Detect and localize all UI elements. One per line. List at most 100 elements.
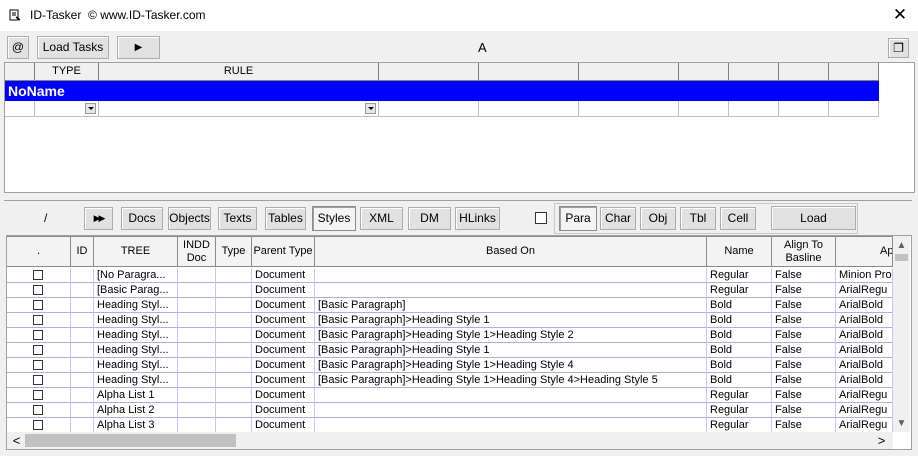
- task-col-6[interactable]: [579, 63, 679, 81]
- run-button[interactable]: ▶: [117, 36, 160, 59]
- row-checkbox[interactable]: [33, 405, 43, 415]
- task-edit-cell[interactable]: [729, 101, 779, 117]
- cell-id[interactable]: [71, 403, 94, 418]
- task-edit-cell[interactable]: [379, 101, 479, 117]
- horizontal-scroll-thumb[interactable]: [25, 434, 236, 447]
- cell-indd-doc[interactable]: [178, 268, 216, 283]
- tab-docs[interactable]: Docs: [121, 207, 163, 230]
- row-checkbox[interactable]: [33, 300, 43, 310]
- cell-type[interactable]: [216, 388, 252, 403]
- subtab-para[interactable]: Para: [559, 206, 597, 231]
- cell-indd-doc[interactable]: [178, 313, 216, 328]
- cell-id[interactable]: [71, 283, 94, 298]
- row-checkbox[interactable]: [33, 360, 43, 370]
- vertical-scrollbar[interactable]: ▲ ▼: [893, 236, 910, 432]
- rule-dropdown[interactable]: [99, 101, 379, 117]
- table-row[interactable]: Alpha List 1 Document Regular False ArialReg…: [7, 388, 907, 403]
- table-row[interactable]: Heading Styl... Document [Basic Paragraph]…: [7, 343, 907, 358]
- cell-type[interactable]: [216, 298, 252, 313]
- close-icon[interactable]: ✕: [888, 3, 912, 27]
- tab-tables[interactable]: Tables: [265, 207, 306, 230]
- cell-indd-doc[interactable]: [178, 358, 216, 373]
- col-parent-type[interactable]: Parent Type: [252, 236, 315, 267]
- cell-indd-doc[interactable]: [178, 418, 216, 433]
- cell-select[interactable]: [7, 313, 71, 328]
- tab-xml[interactable]: XML: [360, 207, 403, 230]
- table-row[interactable]: Alpha List 3 Document Regular False ArialReg…: [7, 418, 907, 433]
- cell-indd-doc[interactable]: [178, 373, 216, 388]
- cell-id[interactable]: [71, 418, 94, 433]
- task-edit-cell[interactable]: [829, 101, 879, 117]
- cell-type[interactable]: [216, 373, 252, 388]
- col-type[interactable]: Type: [216, 236, 252, 267]
- row-checkbox[interactable]: [33, 345, 43, 355]
- chevron-down-icon[interactable]: [85, 103, 96, 114]
- table-row[interactable]: Heading Styl... Document [Basic Paragraph]…: [7, 298, 907, 313]
- cell-type[interactable]: [216, 328, 252, 343]
- row-checkbox[interactable]: [33, 285, 43, 295]
- cell-id[interactable]: [71, 343, 94, 358]
- task-edit-cell[interactable]: [579, 101, 679, 117]
- load-button[interactable]: Load: [771, 206, 856, 230]
- vertical-scroll-thumb[interactable]: [895, 254, 908, 261]
- cell-type[interactable]: [216, 418, 252, 433]
- task-col-9[interactable]: [779, 63, 829, 81]
- selected-task-row[interactable]: NoName: [5, 81, 879, 101]
- cell-select[interactable]: [7, 388, 71, 403]
- table-row[interactable]: Alpha List 2 Document Regular False ArialReg…: [7, 403, 907, 418]
- cell-type[interactable]: [216, 268, 252, 283]
- cell-select[interactable]: [7, 268, 71, 283]
- cell-id[interactable]: [71, 298, 94, 313]
- cell-id[interactable]: [71, 358, 94, 373]
- row-checkbox[interactable]: [33, 330, 43, 340]
- cell-select[interactable]: [7, 358, 71, 373]
- table-row[interactable]: Heading Styl... Document [Basic Paragraph]…: [7, 358, 907, 373]
- cell-type[interactable]: [216, 403, 252, 418]
- cell-select[interactable]: [7, 343, 71, 358]
- scroll-up-icon[interactable]: ▲: [894, 238, 909, 253]
- task-col-8[interactable]: [729, 63, 779, 81]
- task-col-7[interactable]: [679, 63, 729, 81]
- cell-type[interactable]: [216, 283, 252, 298]
- tab-dm[interactable]: DM: [408, 207, 451, 230]
- col-name[interactable]: Name: [707, 236, 772, 267]
- toolbar-checkbox[interactable]: [535, 212, 547, 224]
- tab-texts[interactable]: Texts: [218, 207, 257, 230]
- load-tasks-button[interactable]: Load Tasks: [37, 36, 109, 59]
- cell-select[interactable]: [7, 283, 71, 298]
- task-edit-cell[interactable]: [479, 101, 579, 117]
- restore-icon[interactable]: ❐: [888, 38, 909, 58]
- horizontal-scrollbar[interactable]: < >: [7, 432, 893, 449]
- tab-objects[interactable]: Objects: [168, 207, 211, 230]
- cell-select[interactable]: [7, 298, 71, 313]
- task-col-4[interactable]: [379, 63, 479, 81]
- scroll-left-icon[interactable]: <: [9, 433, 24, 448]
- col-select[interactable]: .: [7, 236, 71, 267]
- cell-indd-doc[interactable]: [178, 298, 216, 313]
- scroll-down-icon[interactable]: ▼: [894, 416, 909, 431]
- col-based-on[interactable]: Based On: [315, 236, 707, 267]
- col-applied-font[interactable]: Ap: [836, 236, 893, 267]
- task-col-5[interactable]: [479, 63, 579, 81]
- cell-id[interactable]: [71, 328, 94, 343]
- cell-id[interactable]: [71, 268, 94, 283]
- cell-indd-doc[interactable]: [178, 328, 216, 343]
- task-col-rule[interactable]: RULE: [99, 63, 379, 81]
- row-checkbox[interactable]: [33, 270, 43, 280]
- task-edit-cell[interactable]: [679, 101, 729, 117]
- col-indd-doc[interactable]: INDD Doc: [178, 236, 216, 267]
- col-align-to-baseline[interactable]: Align To Basline: [772, 236, 836, 267]
- table-row[interactable]: [No Paragra... Document Regular False Minion…: [7, 268, 907, 283]
- cell-indd-doc[interactable]: [178, 403, 216, 418]
- cell-select[interactable]: [7, 418, 71, 433]
- subtab-char[interactable]: Char: [600, 207, 636, 230]
- task-col-select[interactable]: [5, 63, 35, 81]
- task-col-10[interactable]: [829, 63, 879, 81]
- cell-id[interactable]: [71, 388, 94, 403]
- col-id[interactable]: ID: [71, 236, 94, 267]
- cell-type[interactable]: [216, 343, 252, 358]
- cell-select[interactable]: [7, 328, 71, 343]
- tab-hlinks[interactable]: HLinks: [455, 207, 500, 230]
- chevron-down-icon[interactable]: [365, 103, 376, 114]
- cell-type[interactable]: [216, 313, 252, 328]
